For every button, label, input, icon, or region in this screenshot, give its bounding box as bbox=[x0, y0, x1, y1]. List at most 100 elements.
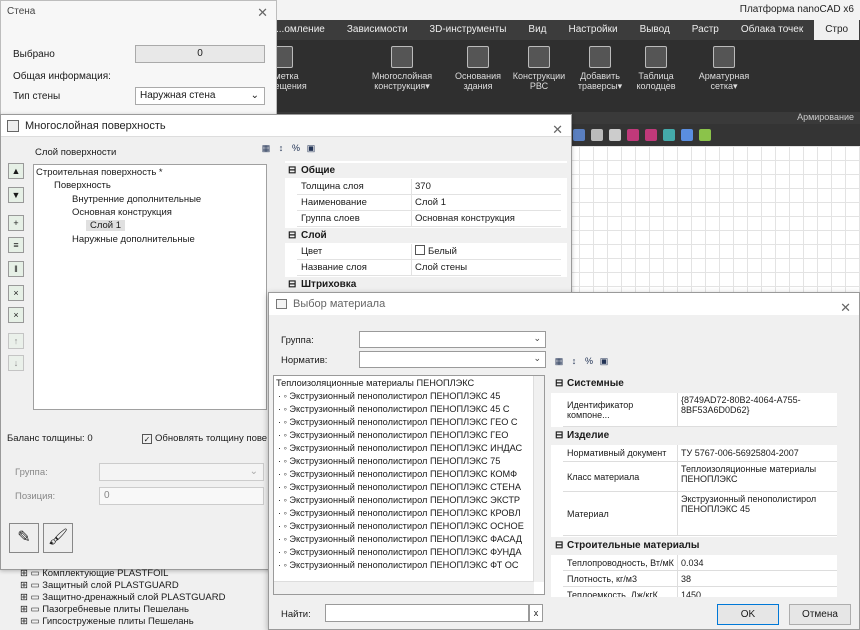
section-building-materials[interactable]: ⊟ Строительные материалы bbox=[551, 537, 837, 555]
prop-row-norm-doc[interactable]: Нормативный документ ТУ 5767-006-56925804… bbox=[563, 445, 837, 462]
prop-value[interactable]: Экструзионный пенополистирол ПЕНОПЛЭКС 4… bbox=[677, 492, 833, 535]
prop-row-heat-capacity[interactable]: Теплоемкость, Дж/кгК 1450 bbox=[563, 587, 837, 597]
prop-row-density[interactable]: Плотность, кг/м3 38 bbox=[563, 571, 837, 587]
prop-value[interactable]: {8749AD72-80B2-4064-A755-8BF53A6D0D62} bbox=[677, 393, 833, 426]
close-icon[interactable]: ✕ bbox=[552, 119, 563, 141]
categorized-icon[interactable]: ▦ bbox=[260, 142, 272, 154]
save-icon[interactable]: ▼ bbox=[8, 187, 24, 203]
list-item[interactable]: · ◦ Экструзионный пенополистирол ПЕНОПЛЭ… bbox=[278, 560, 519, 571]
cancel-button[interactable]: Отмена bbox=[789, 604, 851, 625]
ribbon-button-rvs[interactable]: Конструкции РВС bbox=[510, 46, 568, 91]
collapse-icon[interactable]: ⊟ bbox=[288, 277, 296, 292]
list-item[interactable]: · ◦ Экструзионный пенополистирол ПЕНОПЛЭ… bbox=[278, 456, 500, 467]
collapse-icon[interactable]: ⊟ bbox=[288, 163, 296, 178]
split-layer-icon[interactable]: ‖ bbox=[8, 261, 24, 277]
section-product[interactable]: ⊟ Изделие bbox=[551, 427, 837, 445]
bottom-tree-item[interactable]: ⊞ ▭ Защитный слой PLASTGUARD bbox=[20, 580, 179, 591]
ribbon-button-foundations[interactable]: Основания здания bbox=[450, 46, 506, 91]
list-item[interactable]: · ◦ Экструзионный пенополистирол ПЕНОПЛЭ… bbox=[278, 404, 510, 415]
tab-dependencies[interactable]: Зависимости bbox=[336, 20, 419, 40]
prop-row-name[interactable]: Наименование Слой 1 bbox=[297, 195, 561, 211]
tree-expand-icon[interactable]: ⊞ ▭ bbox=[20, 568, 42, 579]
collapse-icon[interactable]: ⊟ bbox=[288, 228, 296, 243]
horizontal-scrollbar[interactable] bbox=[274, 581, 534, 594]
tool-icon[interactable] bbox=[573, 129, 585, 141]
prop-row-color[interactable]: Цвет Белый bbox=[297, 244, 561, 260]
close-icon[interactable]: ✕ bbox=[840, 297, 851, 319]
tree-node-selected[interactable]: Слой 1 bbox=[86, 220, 126, 231]
prop-value[interactable]: Слой стены bbox=[411, 260, 467, 276]
tool-icon[interactable] bbox=[663, 129, 675, 141]
property-pages-icon[interactable]: ▣ bbox=[598, 355, 610, 367]
move-down-icon[interactable]: ↓ bbox=[8, 355, 24, 371]
move-up-icon[interactable]: ↑ bbox=[8, 333, 24, 349]
add-layer-icon[interactable]: + bbox=[8, 215, 24, 231]
prop-row-component-id[interactable]: Идентификатор компоне... {8749AD72-80B2-4… bbox=[563, 393, 837, 427]
property-pages-icon[interactable]: ▣ bbox=[305, 142, 317, 154]
edit-pencil-button[interactable]: ✎ bbox=[9, 523, 39, 553]
tree-node[interactable]: Строительная поверхность * bbox=[36, 167, 163, 178]
tab-raster[interactable]: Растр bbox=[681, 20, 730, 40]
list-item[interactable]: · ◦ Экструзионный пенополистирол ПЕНОПЛЭ… bbox=[278, 521, 524, 532]
prop-row-thickness[interactable]: Толщина слоя 370 bbox=[297, 179, 561, 195]
tool-icon[interactable] bbox=[627, 129, 639, 141]
prop-row-conductivity[interactable]: Теплопроводность, Вт/мК 0.034 bbox=[563, 555, 837, 571]
section-layer[interactable]: ⊟ Слой bbox=[285, 228, 567, 243]
tab-view[interactable]: Вид bbox=[517, 20, 557, 40]
checkbox-checked-icon[interactable]: ✓ bbox=[142, 434, 152, 444]
tab-point-clouds[interactable]: Облака точек bbox=[730, 20, 814, 40]
prop-value[interactable]: ТУ 5767-006-56925804-2007 bbox=[677, 445, 833, 461]
tree-node[interactable]: Внутренние дополнительные bbox=[72, 194, 201, 205]
vertical-scrollbar[interactable] bbox=[533, 376, 544, 582]
list-item[interactable]: · ◦ Экструзионный пенополистирол ПЕНОПЛЭ… bbox=[278, 391, 500, 402]
tool-icon[interactable] bbox=[591, 129, 603, 141]
list-item[interactable]: · ◦ Экструзионный пенополистирол ПЕНОПЛЭ… bbox=[278, 547, 522, 558]
list-item[interactable]: · ◦ Экструзионный пенополистирол ПЕНОПЛЭ… bbox=[278, 495, 520, 506]
prop-value[interactable]: 1450 bbox=[677, 587, 833, 597]
open-icon[interactable]: ▲ bbox=[8, 163, 24, 179]
section-hatch[interactable]: ⊟ Штриховка bbox=[285, 277, 567, 292]
sort-az-icon[interactable]: ↕ bbox=[275, 142, 287, 154]
prop-value[interactable]: 38 bbox=[677, 571, 833, 586]
list-item[interactable]: · ◦ Экструзионный пенополистирол ПЕНОПЛЭ… bbox=[278, 430, 508, 441]
prop-row-group[interactable]: Группа слоев Основная конструкция bbox=[297, 211, 561, 227]
tab-3d-tools[interactable]: 3D-инструменты bbox=[419, 20, 518, 40]
tree-node[interactable]: Поверхность bbox=[54, 180, 111, 191]
list-item[interactable]: · ◦ Экструзионный пенополистирол ПЕНОПЛЭ… bbox=[278, 534, 522, 545]
tree-expand-icon[interactable]: ⊞ ▭ bbox=[20, 592, 42, 603]
list-item[interactable]: · ◦ Экструзионный пенополистирол ПЕНОПЛЭ… bbox=[278, 508, 521, 519]
tree-node[interactable]: Основная конструкция bbox=[72, 207, 172, 218]
categorized-icon[interactable]: ▦ bbox=[553, 355, 565, 367]
list-item[interactable]: · ◦ Экструзионный пенополистирол ПЕНОПЛЭ… bbox=[278, 469, 517, 480]
collapse-icon[interactable]: ⊟ bbox=[555, 375, 563, 393]
ribbon-button-wells-table[interactable]: Таблица колодцев bbox=[631, 46, 681, 91]
tree-expand-icon[interactable]: ⊞ ▭ bbox=[20, 616, 42, 627]
prop-value[interactable]: 0.034 bbox=[677, 555, 833, 570]
collapse-icon[interactable]: ⊟ bbox=[555, 427, 563, 445]
bottom-tree-item[interactable]: ⊞ ▭ Комплектующие PLASTFOIL bbox=[20, 568, 168, 579]
norm-select[interactable]: ⌄ bbox=[359, 351, 546, 368]
tool-icon[interactable] bbox=[681, 129, 693, 141]
ribbon-button-rebar-mesh[interactable]: Арматурная сетка▾ bbox=[695, 46, 753, 91]
bottom-tree-item[interactable]: ⊞ ▭ Гипсоструженые плиты Пешелань bbox=[20, 616, 194, 627]
tool-icon[interactable] bbox=[699, 129, 711, 141]
prop-value[interactable]: 370 bbox=[411, 179, 431, 195]
check-icon[interactable] bbox=[609, 129, 621, 141]
list-group-header[interactable]: Теплоизоляционные материалы ПЕНОПЛЭКС bbox=[276, 378, 474, 389]
clear-find-button[interactable]: x bbox=[529, 604, 543, 622]
list-item[interactable]: · ◦ Экструзионный пенополистирол ПЕНОПЛЭ… bbox=[278, 482, 521, 493]
sort-az-icon[interactable]: ↕ bbox=[568, 355, 580, 367]
position-field[interactable]: 0 bbox=[99, 487, 264, 505]
percent-icon[interactable]: % bbox=[290, 142, 302, 154]
list-item[interactable]: · ◦ Экструзионный пенополистирол ПЕНОПЛЭ… bbox=[278, 443, 522, 454]
list-item[interactable]: · ◦ Экструзионный пенополистирол ПЕНОПЛЭ… bbox=[278, 417, 518, 428]
tool-icon[interactable] bbox=[645, 129, 657, 141]
group-select[interactable]: ⌄ bbox=[359, 331, 546, 348]
ribbon-button-traverses[interactable]: Добавить траверсы▾ bbox=[573, 46, 627, 91]
section-general[interactable]: ⊟ Общие bbox=[285, 163, 567, 178]
prop-row-layer-name[interactable]: Название слоя Слой стены bbox=[297, 260, 561, 276]
vertical-scrollbar[interactable] bbox=[837, 375, 849, 597]
tree-expand-icon[interactable]: ⊞ ▭ bbox=[20, 604, 42, 615]
tab-settings[interactable]: Настройки bbox=[558, 20, 629, 40]
bottom-tree-item[interactable]: ⊞ ▭ Пазогребневые плиты Пешелань bbox=[20, 604, 189, 615]
